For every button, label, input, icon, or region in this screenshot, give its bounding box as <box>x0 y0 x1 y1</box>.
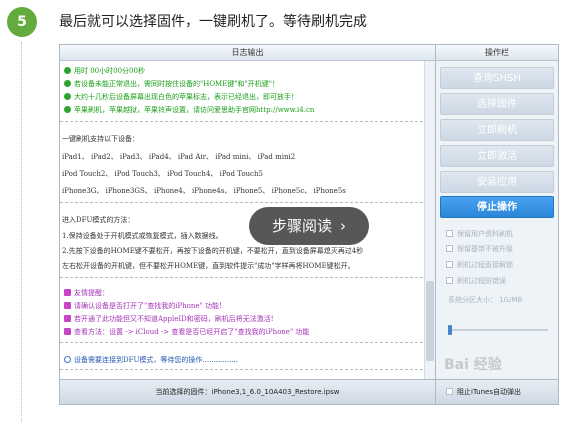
log-divider <box>60 342 423 343</box>
step-connector-line <box>21 42 22 422</box>
block-itunes-option[interactable]: 阻止iTunes自动弹出 <box>436 379 558 404</box>
operation-panel-body: 查询SHSH 选择固件 立即刷机 立即激活 安装应用 停止操作 保留用户资料刷机… <box>436 61 558 380</box>
supported-row: iPad1、 iPad2、 iPad3、 iPad4、 iPad Air、 iP… <box>62 153 296 161</box>
log-text-area: 用时 00小时00分00秒 若设备未能正常退出，需同时按住设备的"HOME键"和… <box>60 61 435 380</box>
partition-size-slider[interactable] <box>448 325 548 335</box>
check-circle-icon <box>64 67 71 74</box>
install-app-button[interactable]: 安装应用 <box>440 171 554 193</box>
firmware-label: 当前选择的固件： <box>155 388 212 396</box>
dfu-step: 左右松开设备的开机键，但不要松开HOME键，直到软件提示"成功"字样再将HOME… <box>62 262 355 270</box>
log-output-panel: 日志输出 用时 00小时00分00秒 若设备未能正常退出，需同时按住设备的"HO… <box>60 45 436 404</box>
firmware-status-bar: 当前选择的固件：iPhone3,1_6.0_10A403_Restore.ips… <box>60 379 435 404</box>
checkbox[interactable] <box>446 388 453 395</box>
slider-handle[interactable] <box>448 325 452 335</box>
checkbox[interactable] <box>446 261 453 268</box>
message-icon <box>64 289 71 296</box>
checkbox[interactable] <box>446 245 453 252</box>
log-panel-title: 日志输出 <box>60 45 435 61</box>
partition-size-label: 系统分区大小： 1G/MB <box>448 296 523 304</box>
status-line: 设备需要连接到DFU模式，等待您的操作................ <box>64 355 238 365</box>
log-line: 用时 00小时00分00秒 <box>64 66 145 76</box>
info-icon <box>64 356 71 363</box>
log-line: 大约十几秒后设备屏幕出现白色的苹果标志，表示已经退出，即可放手！ <box>64 92 298 102</box>
step-heading: 最后就可以选择固件，一键刷机了。等待刷机完成 <box>59 14 367 30</box>
supported-row: iPhone3G、 iPhone3GS、 iPhone4、 iPhone4s、 … <box>62 187 346 195</box>
chevron-right-icon: › <box>340 217 346 235</box>
select-firmware-button[interactable]: 选择固件 <box>440 93 554 115</box>
check-circle-icon <box>64 93 71 100</box>
log-scrollbar[interactable] <box>424 61 435 380</box>
option-keep-baseband[interactable]: 保留基带不被升级 <box>446 244 513 254</box>
activate-now-button[interactable]: 立即激活 <box>440 145 554 167</box>
firmware-filename: iPhone3,1_6.0_10A403_Restore.ipsw <box>211 388 340 396</box>
option-error-prevention[interactable]: 刷机过程防错误 <box>446 276 506 286</box>
log-divider <box>60 369 423 370</box>
dfu-step: 1.保持设备处于开机模式或恢复模式，插入数据线。 <box>62 232 223 240</box>
log-divider <box>60 277 423 278</box>
message-icon <box>64 315 71 322</box>
dfu-step: 2.先按下设备的HOME键不要松开，再按下设备的开机键，不要松开，直到设备屏幕熄… <box>62 247 364 255</box>
query-shsh-button[interactable]: 查询SHSH <box>440 67 554 89</box>
operation-panel-title: 操作栏 <box>436 45 558 61</box>
tip-line: 友情提醒： <box>64 288 109 298</box>
check-circle-icon <box>64 80 71 87</box>
baidu-watermark: Bai 经验 <box>444 357 502 373</box>
check-circle-icon <box>64 106 71 113</box>
step-reading-button[interactable]: 步骤阅读 › <box>249 207 369 245</box>
flash-now-button[interactable]: 立即刷机 <box>440 119 554 141</box>
message-icon <box>64 302 71 309</box>
log-line: 苹果刷机，苹果越狱，苹果铃声设置，请访问爱思助手官网http://www.i4.… <box>64 105 314 115</box>
tip-line: 查看方法：设置 -> iCloud -> 查看是否已经开启了"查找我的iPhon… <box>64 327 309 337</box>
checkbox[interactable] <box>446 277 453 284</box>
scrollbar-thumb[interactable] <box>426 281 434 361</box>
message-icon <box>64 328 71 335</box>
checkbox[interactable] <box>446 230 453 237</box>
dfu-title: 进入DFU模式的方法： <box>62 216 135 224</box>
stop-operation-button[interactable]: 停止操作 <box>440 196 554 218</box>
option-unlock-directly[interactable]: 刷机过程直接解锁 <box>446 260 513 270</box>
log-divider <box>60 202 423 203</box>
supported-row: iPod Touch2、 iPod Touch3、 iPod Touch4、 i… <box>62 170 263 178</box>
log-divider <box>60 121 423 122</box>
supported-title: 一键刷机支持以下设备： <box>62 135 139 143</box>
option-keep-user-data[interactable]: 保留用户资料刷机 <box>446 229 513 239</box>
tip-line: 请确认设备是否打开了"查找我的iPhone" 功能! <box>64 301 222 311</box>
operation-panel: 操作栏 查询SHSH 选择固件 立即刷机 立即激活 安装应用 停止操作 保留用户… <box>436 45 558 404</box>
tip-line: 若开通了此功能但又不知道AppleID和密码，刷机后将无法激活! <box>64 314 274 324</box>
step-number-badge: 5 <box>7 7 37 37</box>
log-line: 若设备未能正常退出，需同时按住设备的"HOME键"和"开机键"！ <box>64 79 279 89</box>
